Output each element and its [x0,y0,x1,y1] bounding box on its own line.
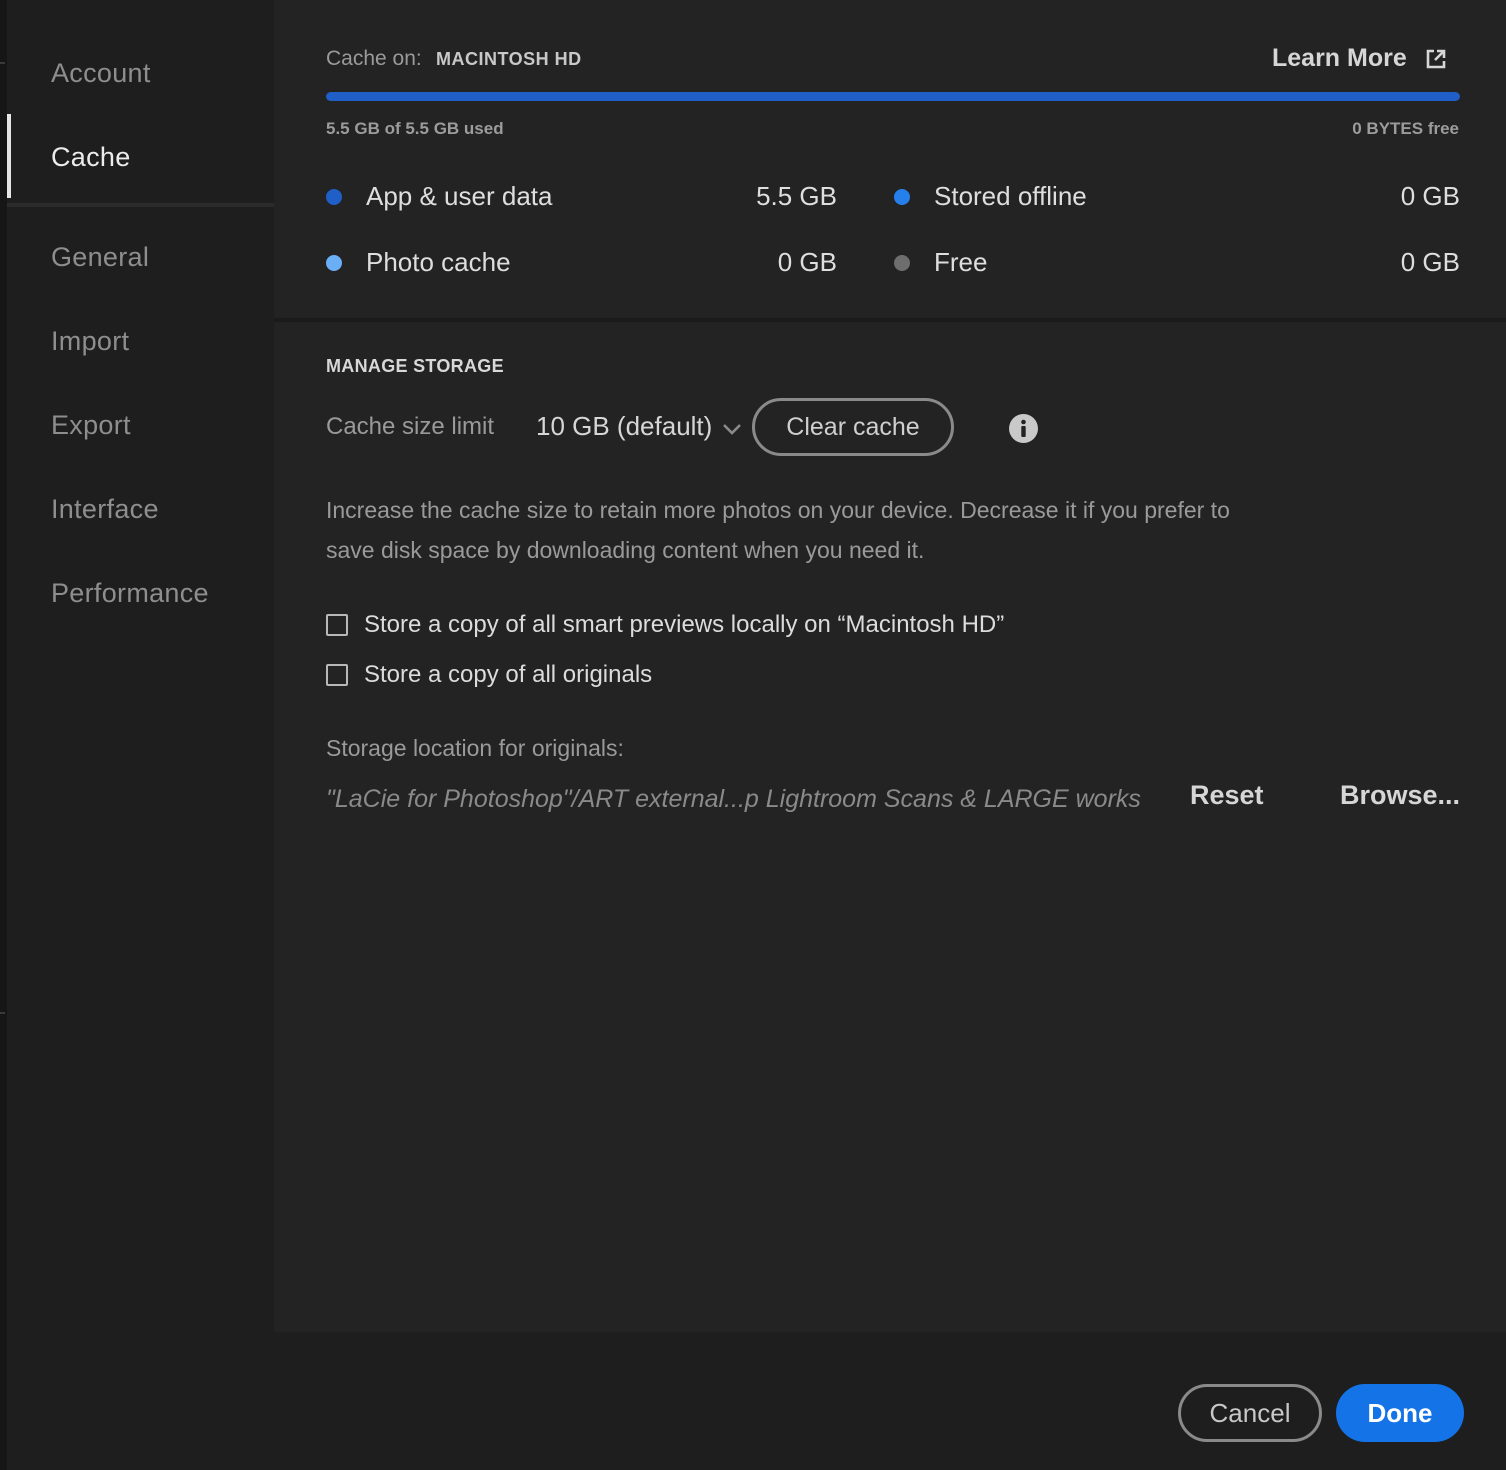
storage-location-path: "LaCie for Photoshop"/ART external...p L… [326,785,1141,813]
legend-label: App & user data [366,181,553,211]
reset-button[interactable]: Reset [1190,780,1264,811]
sidebar-divider [7,203,274,207]
cache-on-label: Cache on: [326,47,422,70]
learn-more-label: Learn More [1272,44,1407,72]
legend-dot [894,254,910,271]
legend-label: Free [934,247,988,277]
cache-size-limit-label: Cache size limit [326,413,495,440]
legend-app-user-data: App & user data [326,181,552,212]
originals-label: Store a copy of all originals [364,661,653,688]
cache-used-text: 5.5 GB of 5.5 GB used [326,119,504,138]
cache-usage-fill [326,92,1460,101]
chevron-down-icon [722,411,742,442]
preferences-sidebar: Account Cache General Import Export Inte… [7,0,274,1470]
sidebar-item-account[interactable]: Account [51,58,151,89]
storage-location-label: Storage location for originals: [326,735,624,761]
edge-mark [0,1012,5,1014]
legend-label: Stored offline [934,181,1087,211]
clear-cache-button[interactable]: Clear cache [752,398,954,456]
browse-button[interactable]: Browse... [1340,780,1460,811]
cache-usage-bar [326,92,1460,101]
edge-mark [0,62,5,64]
sidebar-item-general[interactable]: General [51,242,149,273]
external-link-icon [1425,48,1447,70]
smart-previews-checkbox-row[interactable]: Store a copy of all smart previews local… [326,611,1004,639]
legend-dot [326,188,342,205]
smart-previews-label: Store a copy of all smart previews local… [364,611,1005,638]
done-button[interactable]: Done [1336,1384,1464,1442]
learn-more-link[interactable]: Learn More [1272,44,1447,73]
sidebar-item-cache[interactable]: Cache [51,142,131,173]
window-left-edge [0,0,7,1470]
smart-previews-checkbox[interactable] [326,614,348,636]
legend-value: 0 GB [1400,181,1460,211]
originals-checkbox-row[interactable]: Store a copy of all originals [326,661,652,689]
legend-dot [894,188,910,205]
manage-storage-panel [274,322,1506,1332]
sidebar-item-export[interactable]: Export [51,410,131,441]
legend-label: Photo cache [366,247,511,277]
legend-value: 0 GB [777,247,837,277]
manage-storage-heading: MANAGE STORAGE [326,356,504,376]
cache-drive-name: MACINTOSH HD [436,49,582,69]
cache-free-text: 0 BYTES free [1352,119,1459,138]
legend-stored-offline: Stored offline [894,181,1087,212]
sidebar-item-performance[interactable]: Performance [51,578,209,609]
originals-checkbox[interactable] [326,664,348,686]
cancel-button[interactable]: Cancel [1178,1384,1322,1442]
sidebar-item-import[interactable]: Import [51,326,129,357]
legend-dot [326,254,342,271]
cache-description: Increase the cache size to retain more p… [326,497,1230,563]
cache-size-value: 10 GB (default) [536,411,713,441]
legend-free: Free [894,247,987,278]
info-icon[interactable] [1009,414,1038,443]
legend-value: 5.5 GB [756,181,837,211]
cache-size-dropdown[interactable]: 10 GB (default) [536,411,742,442]
legend-value: 0 GB [1400,247,1460,277]
active-tab-indicator [7,114,11,198]
sidebar-item-interface[interactable]: Interface [51,494,159,525]
legend-photo-cache: Photo cache [326,247,511,278]
